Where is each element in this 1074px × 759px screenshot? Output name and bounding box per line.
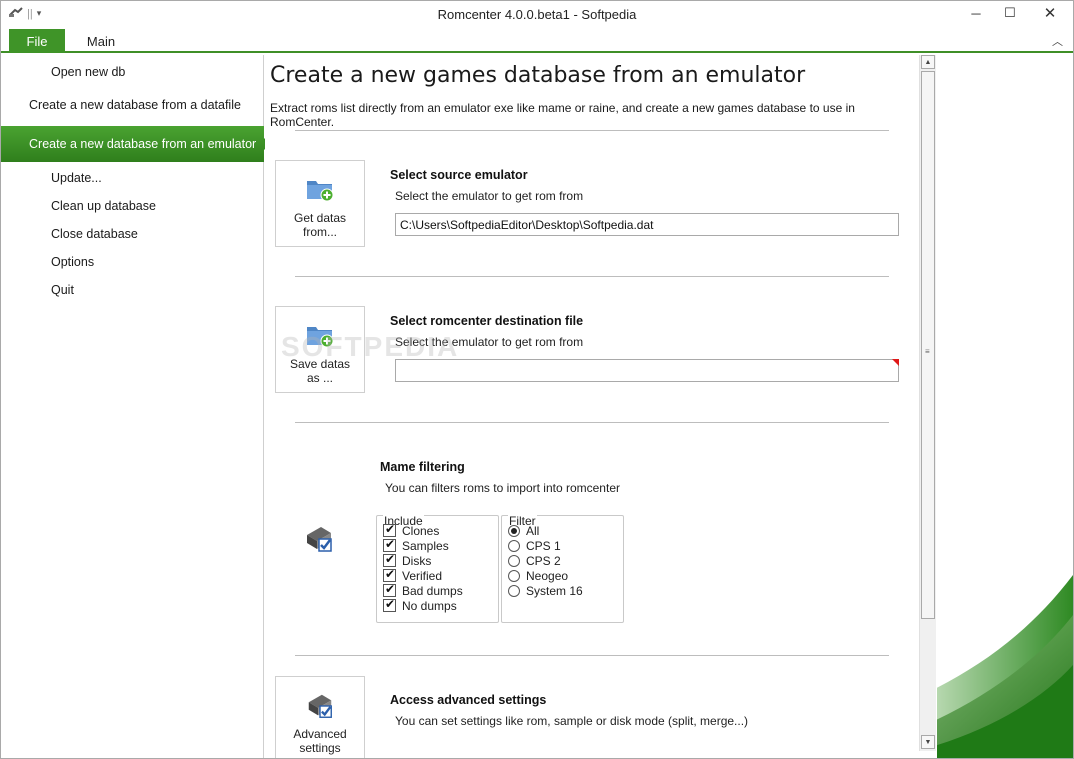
menu-item-options[interactable]: Options <box>1 255 264 269</box>
ribbon-tabs: File Main ︿ <box>1 29 1073 53</box>
radio-empty-icon <box>508 569 520 582</box>
page-title: Create a new games database from an emul… <box>270 63 806 88</box>
section-divider <box>295 422 889 423</box>
filter-cps2-radio[interactable]: CPS 2 <box>508 553 561 568</box>
source-section-subtitle: Select the emulator to get rom from <box>395 189 584 203</box>
section-divider <box>295 655 889 656</box>
include-verified-checkbox[interactable]: Verified <box>383 567 442 583</box>
include-groupbox: Include Clones Samples Disks Verified Ba… <box>376 514 499 623</box>
checkbox-checked-icon <box>383 567 396 582</box>
folder-add-icon <box>305 175 335 205</box>
radio-empty-icon <box>508 554 520 567</box>
tab-main[interactable]: Main <box>75 29 127 53</box>
app-window: || ▾ Romcenter 4.0.0.beta1 - Softpedia ─… <box>0 0 1074 759</box>
ribbon-collapse-icon[interactable]: ︿ <box>1052 33 1063 49</box>
checkbox-checked-icon <box>383 597 396 612</box>
filter-all-radio[interactable]: All <box>508 523 539 538</box>
destination-section-title: Select romcenter destination file <box>390 314 584 328</box>
section-divider <box>295 276 889 277</box>
get-datas-from-button[interactable]: Get datas from... <box>275 160 365 247</box>
filter-neogeo-radio[interactable]: Neogeo <box>508 568 568 583</box>
include-clones-checkbox[interactable]: Clones <box>383 522 439 538</box>
menu-item-quit[interactable]: Quit <box>1 283 264 297</box>
page-description: Extract roms list directly from an emula… <box>270 101 855 129</box>
source-path-input[interactable] <box>395 213 899 236</box>
checkbox-checked-icon <box>383 582 396 597</box>
advanced-settings-button[interactable]: Advanced settings <box>275 676 365 758</box>
include-samples-checkbox[interactable]: Samples <box>383 537 449 553</box>
validation-error-marker <box>892 359 899 366</box>
source-section-title: Select source emulator <box>390 168 528 182</box>
filter-groupbox: Filter All CPS 1 CPS 2 Neogeo System 16 <box>501 514 624 623</box>
title-bar: || ▾ Romcenter 4.0.0.beta1 - Softpedia ─… <box>1 1 1073 29</box>
include-no-dumps-checkbox[interactable]: No dumps <box>383 597 457 613</box>
maximize-button[interactable]: ☐ <box>993 1 1027 25</box>
advanced-settings-label: Advanced settings <box>293 727 347 755</box>
menu-item-create-from-datafile[interactable]: Create a new database from a datafile <box>1 98 264 112</box>
checkbox-checked-icon <box>383 552 396 567</box>
get-datas-label: Get datas from... <box>293 211 347 239</box>
file-menu-sidebar: Open new db Create a new database from a… <box>1 55 270 758</box>
scroll-down-arrow-icon[interactable]: ▼ <box>921 735 935 749</box>
advanced-section-title: Access advanced settings <box>390 693 547 707</box>
checkbox-checked-icon <box>383 522 396 537</box>
main-content: Create a new games database from an emul… <box>265 55 919 758</box>
decorative-swoosh <box>937 55 1073 758</box>
softpedia-watermark: SOFTPEDIA <box>281 331 460 362</box>
close-button[interactable]: ✕ <box>1027 1 1073 25</box>
arcade-machine-icon <box>303 523 335 558</box>
filter-cps1-radio[interactable]: CPS 1 <box>508 538 561 553</box>
content-scrollbar[interactable]: ▲ ≡ ▼ <box>919 55 936 751</box>
include-bad-dumps-checkbox[interactable]: Bad dumps <box>383 582 463 598</box>
menu-item-clean-up-database[interactable]: Clean up database <box>1 199 264 213</box>
menu-item-update[interactable]: Update... <box>1 171 264 185</box>
include-disks-checkbox[interactable]: Disks <box>383 552 431 568</box>
filtering-section-subtitle: You can filters roms to import into romc… <box>385 481 620 495</box>
scrollbar-thumb[interactable]: ≡ <box>921 71 935 619</box>
radio-empty-icon <box>508 539 520 552</box>
destination-path-input[interactable] <box>395 359 899 382</box>
menu-item-open-new-db[interactable]: Open new db <box>1 65 264 79</box>
menu-item-create-from-emulator[interactable]: Create a new database from an emulator <box>1 126 270 162</box>
destination-path-field <box>395 359 899 382</box>
radio-selected-icon <box>508 524 520 537</box>
scroll-up-arrow-icon[interactable]: ▲ <box>921 55 935 69</box>
section-divider <box>295 130 889 131</box>
scrollbar-grip-icon: ≡ <box>925 347 930 356</box>
minimize-button[interactable]: ─ <box>959 1 993 25</box>
filtering-section-title: Mame filtering <box>380 460 465 474</box>
tab-file[interactable]: File <box>9 29 65 53</box>
window-title: Romcenter 4.0.0.beta1 - Softpedia <box>437 7 637 22</box>
radio-empty-icon <box>508 584 520 597</box>
arcade-machine-icon <box>304 691 336 721</box>
menu-item-close-database[interactable]: Close database <box>1 227 264 241</box>
advanced-section-subtitle: You can set settings like rom, sample or… <box>395 714 749 728</box>
filter-system16-radio[interactable]: System 16 <box>508 583 583 598</box>
checkbox-checked-icon <box>383 537 396 552</box>
